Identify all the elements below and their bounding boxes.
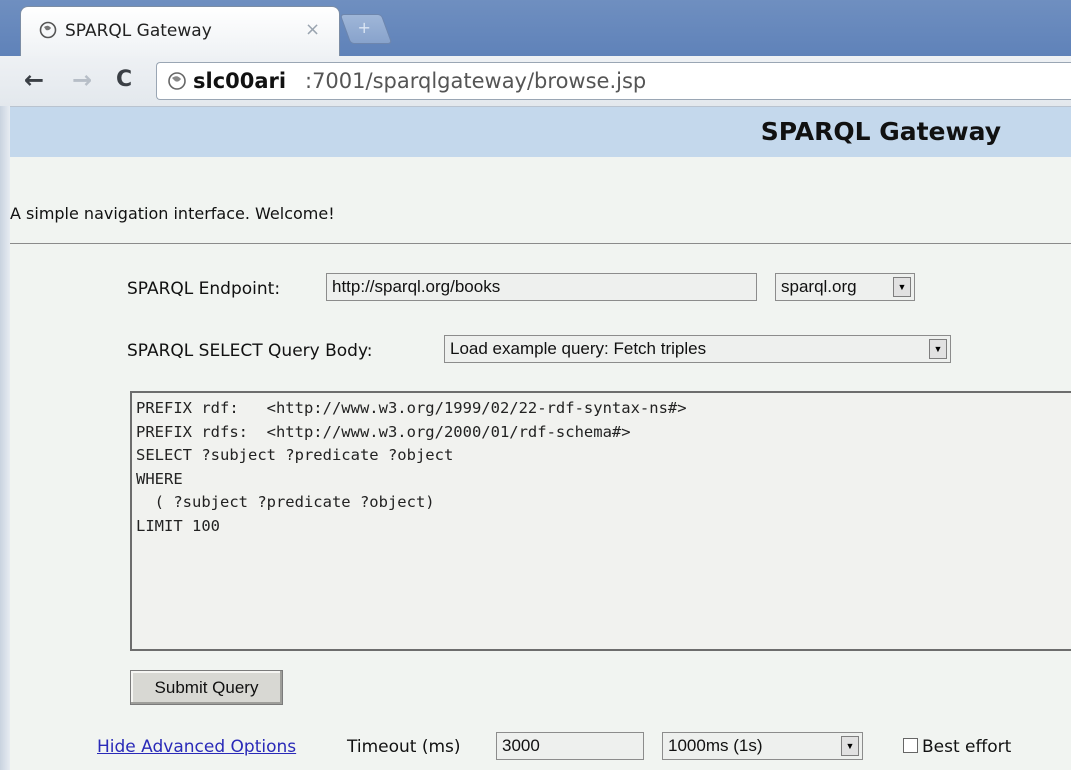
url-path: :7001/sparqlgateway/browse.jsp <box>305 69 647 93</box>
submit-query-button[interactable]: Submit Query <box>130 670 283 705</box>
hide-advanced-options-link[interactable]: Hide Advanced Options <box>97 737 296 757</box>
browser-tab[interactable]: SPARQL Gateway × <box>20 6 340 59</box>
address-bar[interactable]: slc00ari :7001/sparqlgateway/browse.jsp <box>156 62 1071 100</box>
query-line: SELECT ?subject ?predicate ?object <box>136 446 454 464</box>
globe-icon <box>39 21 57 39</box>
page: SPARQL Gateway A simple navigation inter… <box>10 107 1071 770</box>
best-effort-checkbox[interactable] <box>903 738 918 753</box>
plus-icon: + <box>357 18 371 37</box>
timeout-select-value: 1000ms (1s) <box>668 736 763 755</box>
chevron-down-icon: ▼ <box>893 277 911 297</box>
query-line: PREFIX rdfs: <http://www.w3.org/2000/01/… <box>136 422 631 441</box>
back-button[interactable]: ← <box>24 66 44 94</box>
chevron-down-icon: ▼ <box>841 736 859 756</box>
endpoint-label: SPARQL Endpoint: <box>127 279 281 299</box>
timeout-input[interactable]: 3000 <box>496 732 644 760</box>
endpoint-select-value: sparql.org <box>781 277 857 296</box>
page-title: SPARQL Gateway <box>760 117 1001 146</box>
forward-button[interactable]: → <box>72 66 92 94</box>
endpoint-input[interactable]: http://sparql.org/books <box>326 273 757 301</box>
best-effort-label: Best effort <box>922 737 1012 757</box>
new-tab-button[interactable]: + <box>339 14 393 44</box>
chevron-down-icon: ▼ <box>929 339 947 359</box>
timeout-select[interactable]: 1000ms (1s) ▼ <box>662 732 863 760</box>
query-line: WHERE <box>136 469 183 488</box>
query-line: ( ?subject ?predicate ?object) <box>136 493 435 511</box>
example-query-select-value: Load example query: Fetch triples <box>450 339 707 358</box>
browser-toolbar: ← → C slc00ari :7001/sparqlgateway/brows… <box>0 56 1071 107</box>
query-line: PREFIX rdf: <http://www.w3.org/1999/02/2… <box>136 399 687 417</box>
query-textarea[interactable]: PREFIX rdf: <http://www.w3.org/1999/02/2… <box>130 391 1071 651</box>
url-host: slc00ari <box>193 69 287 93</box>
divider <box>10 243 1071 244</box>
reload-button[interactable]: C <box>116 67 132 92</box>
tab-strip: SPARQL Gateway × + <box>0 0 1071 59</box>
endpoint-select[interactable]: sparql.org ▼ <box>775 273 915 301</box>
close-tab-icon[interactable]: × <box>305 19 320 40</box>
example-query-select[interactable]: Load example query: Fetch triples ▼ <box>444 335 951 363</box>
welcome-text: A simple navigation interface. Welcome! <box>10 204 335 223</box>
tab-title: SPARQL Gateway <box>65 21 212 41</box>
query-label: SPARQL SELECT Query Body: <box>127 341 373 361</box>
globe-icon <box>168 72 186 90</box>
window-edge <box>0 106 10 770</box>
query-line: LIMIT 100 <box>136 516 220 535</box>
timeout-label: Timeout (ms) <box>347 737 461 757</box>
page-header: SPARQL Gateway <box>10 107 1071 157</box>
